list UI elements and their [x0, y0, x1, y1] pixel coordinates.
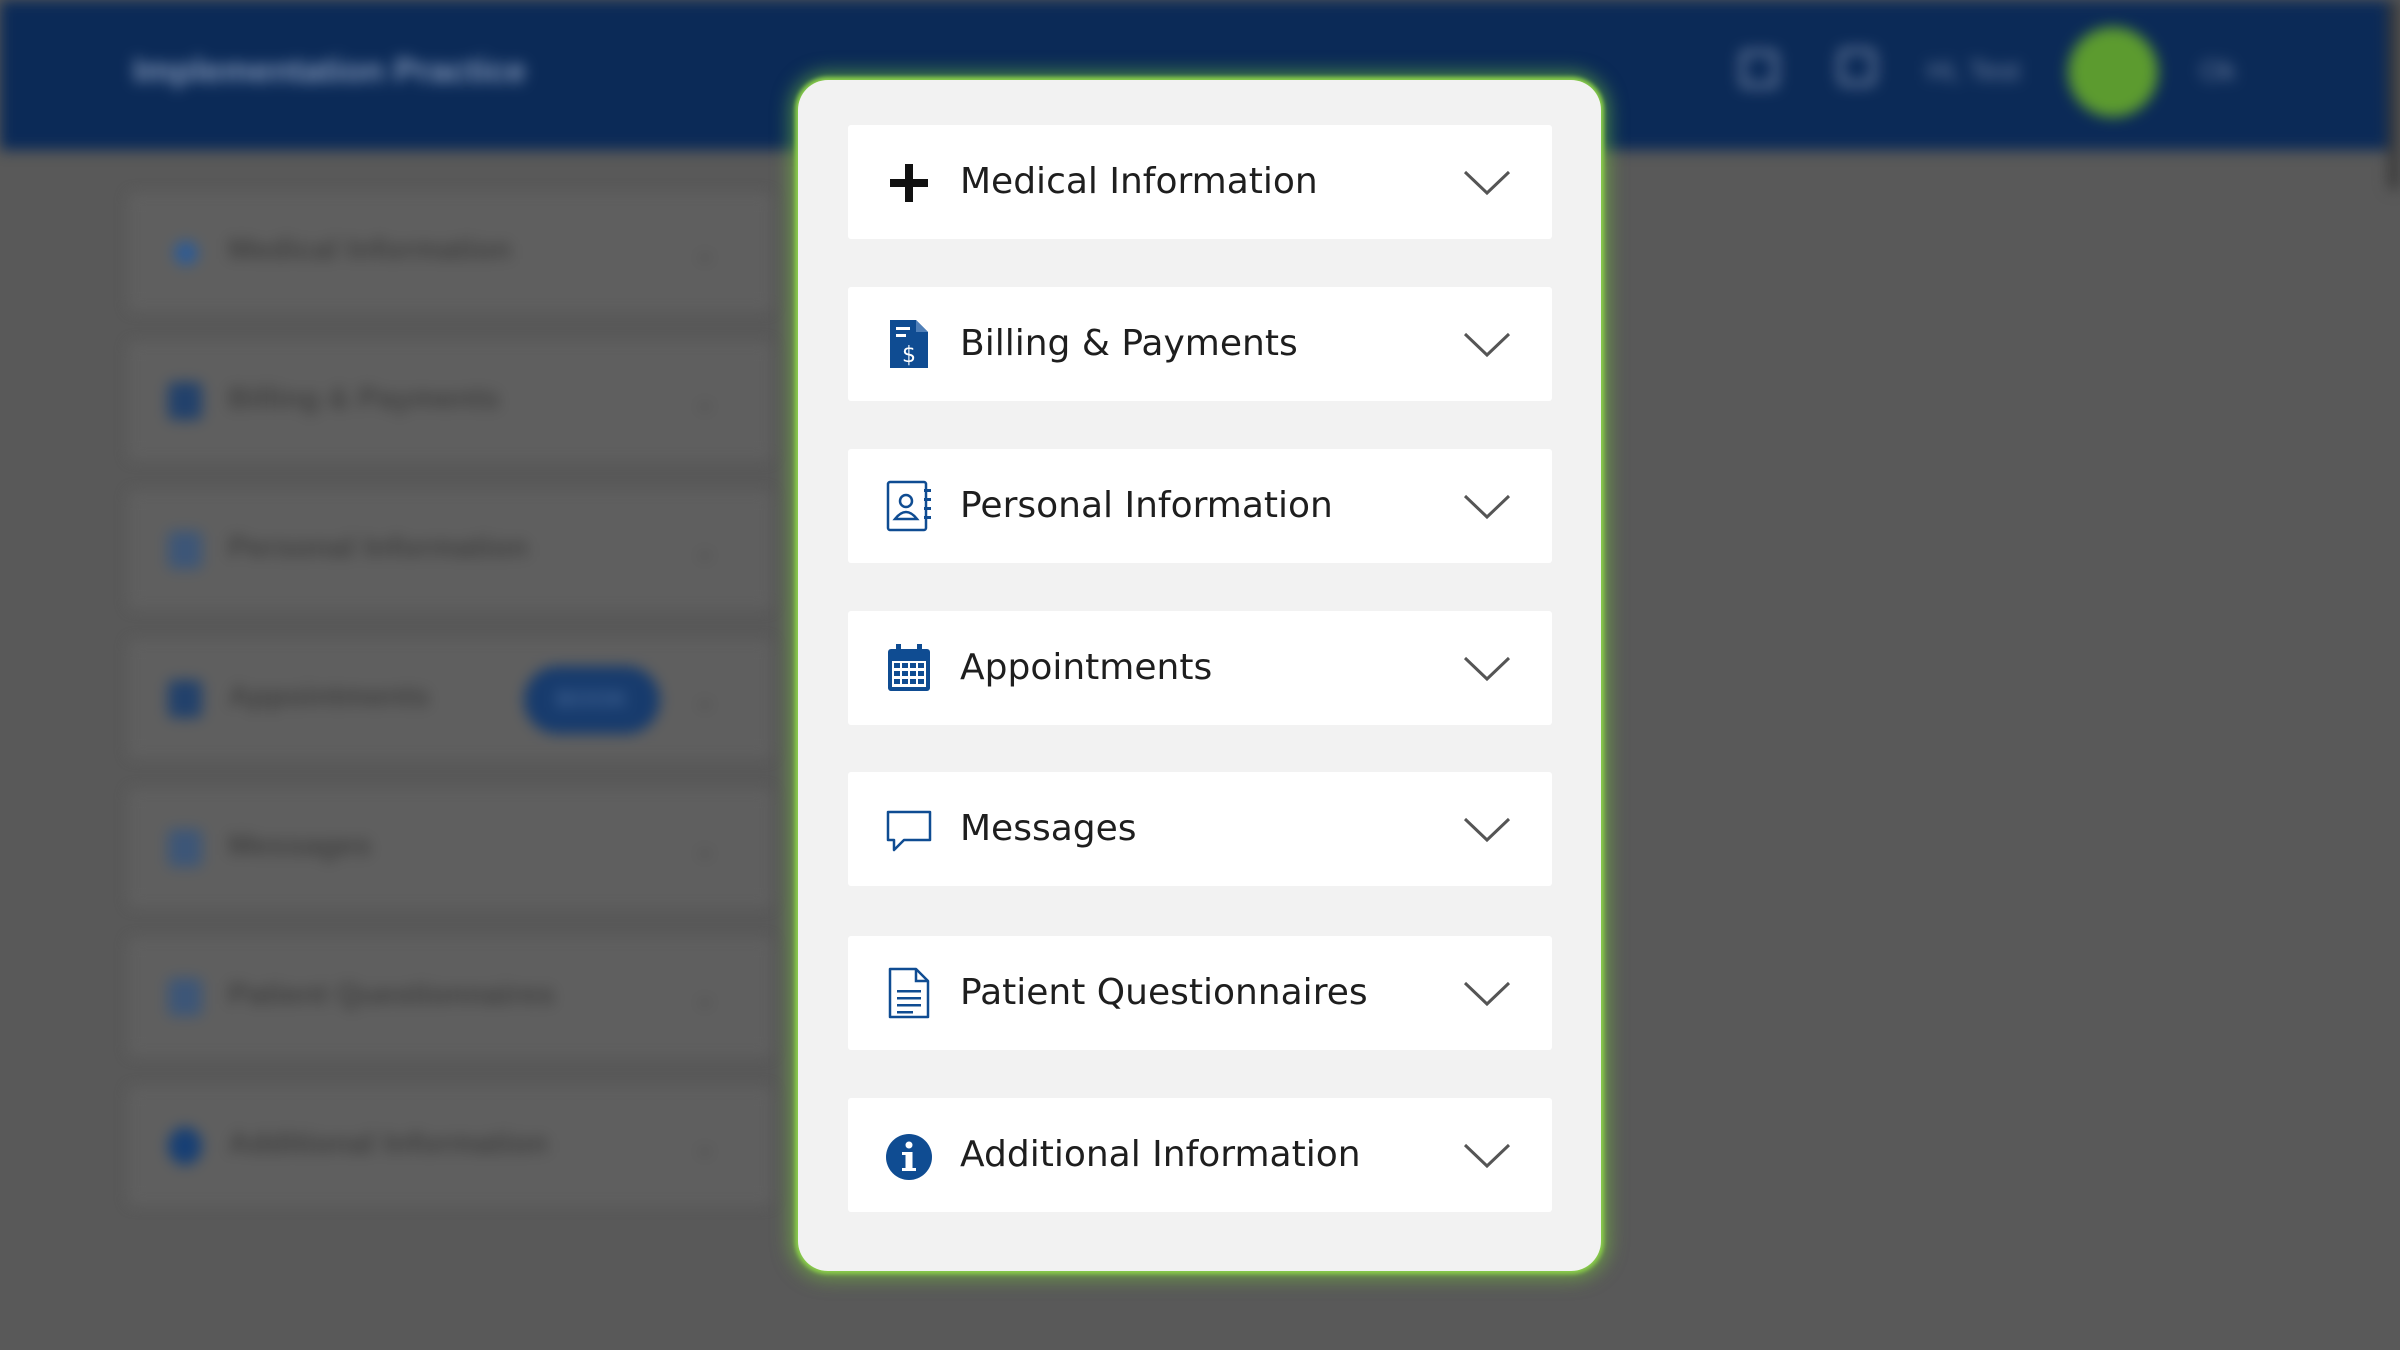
chevron-down-icon: ⌄ [694, 237, 716, 267]
contact-card-icon [884, 479, 934, 533]
chevron-down-icon [1462, 1138, 1512, 1172]
menu-item-label: Personal Information [960, 485, 1333, 526]
menu-item-label: Appointments [960, 647, 1213, 688]
chevron-down-icon: ⌄ [694, 833, 716, 863]
menu-item-billing-payments[interactable]: $ Billing & Payments [848, 287, 1552, 401]
chevron-down-icon: ⌄ [694, 1131, 716, 1161]
plus-icon [174, 241, 198, 265]
chat-bubble-icon [884, 802, 934, 856]
menu-item-label: Additional Information [960, 1134, 1361, 1175]
bg-menu-item-label: Appointments [228, 680, 430, 713]
calendar-icon[interactable] [1740, 50, 1778, 88]
bg-menu-item-appointments[interactable]: Appointments BOOK ⌄ [130, 642, 770, 756]
user-greeting: Hi, Test [1927, 55, 2020, 86]
plus-icon [884, 155, 934, 209]
chevron-down-icon [1462, 976, 1512, 1010]
calendar-icon [168, 680, 202, 718]
chevron-down-icon: ⌄ [694, 535, 716, 565]
chevron-down-icon [1462, 165, 1512, 199]
menu-item-medical-information[interactable]: Medical Information [848, 125, 1552, 239]
svg-text:$: $ [902, 343, 916, 368]
logout-link[interactable]: Ok [2200, 55, 2236, 87]
chevron-down-icon: ⌄ [694, 684, 716, 714]
book-badge[interactable]: BOOK [524, 666, 660, 734]
menu-modal: Medical Information $ Billing & Payments… [798, 80, 1601, 1271]
menu-item-label: Billing & Payments [960, 323, 1298, 364]
document-icon [168, 978, 202, 1016]
document-icon [884, 966, 934, 1020]
chevron-down-icon: ⌄ [694, 386, 716, 416]
billing-document-icon: $ [884, 317, 934, 371]
bg-menu-item-messages[interactable]: Messages ⌄ [130, 791, 770, 905]
chat-bubble-icon [168, 829, 202, 867]
scrollbar-thumb[interactable] [2388, 0, 2400, 190]
bg-menu-item-label: Messages [228, 829, 372, 862]
menu-item-patient-questionnaires[interactable]: Patient Questionnaires [848, 936, 1552, 1050]
chevron-down-icon [1462, 812, 1512, 846]
calendar-icon [884, 641, 934, 695]
chevron-down-icon [1462, 651, 1512, 685]
bg-menu-item-billing[interactable]: Billing & Payments ⌄ [130, 344, 770, 458]
bg-menu-item-label: Billing & Payments [228, 382, 500, 415]
menu-item-label: Messages [960, 808, 1137, 849]
message-icon[interactable] [1838, 48, 1876, 86]
chevron-down-icon: ⌄ [694, 982, 716, 1012]
bg-menu-item-label: Patient Questionnaires [228, 978, 555, 1011]
bg-menu-item-additional[interactable]: Additional Information ⌄ [130, 1089, 770, 1203]
menu-item-personal-information[interactable]: Personal Information [848, 449, 1552, 563]
menu-item-additional-information[interactable]: Additional Information [848, 1098, 1552, 1212]
menu-item-appointments[interactable]: Appointments [848, 611, 1552, 725]
bg-menu-item-questionnaires[interactable]: Patient Questionnaires ⌄ [130, 940, 770, 1054]
contact-card-icon [168, 531, 202, 569]
chevron-down-icon [1462, 489, 1512, 523]
bg-menu-item-medical[interactable]: Medical Information ⌄ [130, 195, 770, 309]
info-icon [884, 1128, 934, 1182]
background-menu: Medical Information ⌄ Billing & Payments… [130, 195, 770, 1238]
menu-item-label: Medical Information [960, 161, 1318, 202]
menu-item-label: Patient Questionnaires [960, 972, 1368, 1013]
billing-document-icon [168, 382, 202, 420]
bg-menu-item-label: Additional Information [228, 1127, 548, 1160]
menu-item-messages[interactable]: Messages [848, 772, 1552, 886]
chevron-down-icon [1462, 327, 1512, 361]
bg-menu-item-label: Personal Information [228, 531, 529, 564]
bg-menu-item-personal[interactable]: Personal Information ⌄ [130, 493, 770, 607]
avatar[interactable] [2068, 27, 2158, 117]
app-title: Implementation Practice [133, 52, 527, 90]
info-icon [168, 1127, 202, 1165]
bg-menu-item-label: Medical Information [228, 233, 512, 266]
